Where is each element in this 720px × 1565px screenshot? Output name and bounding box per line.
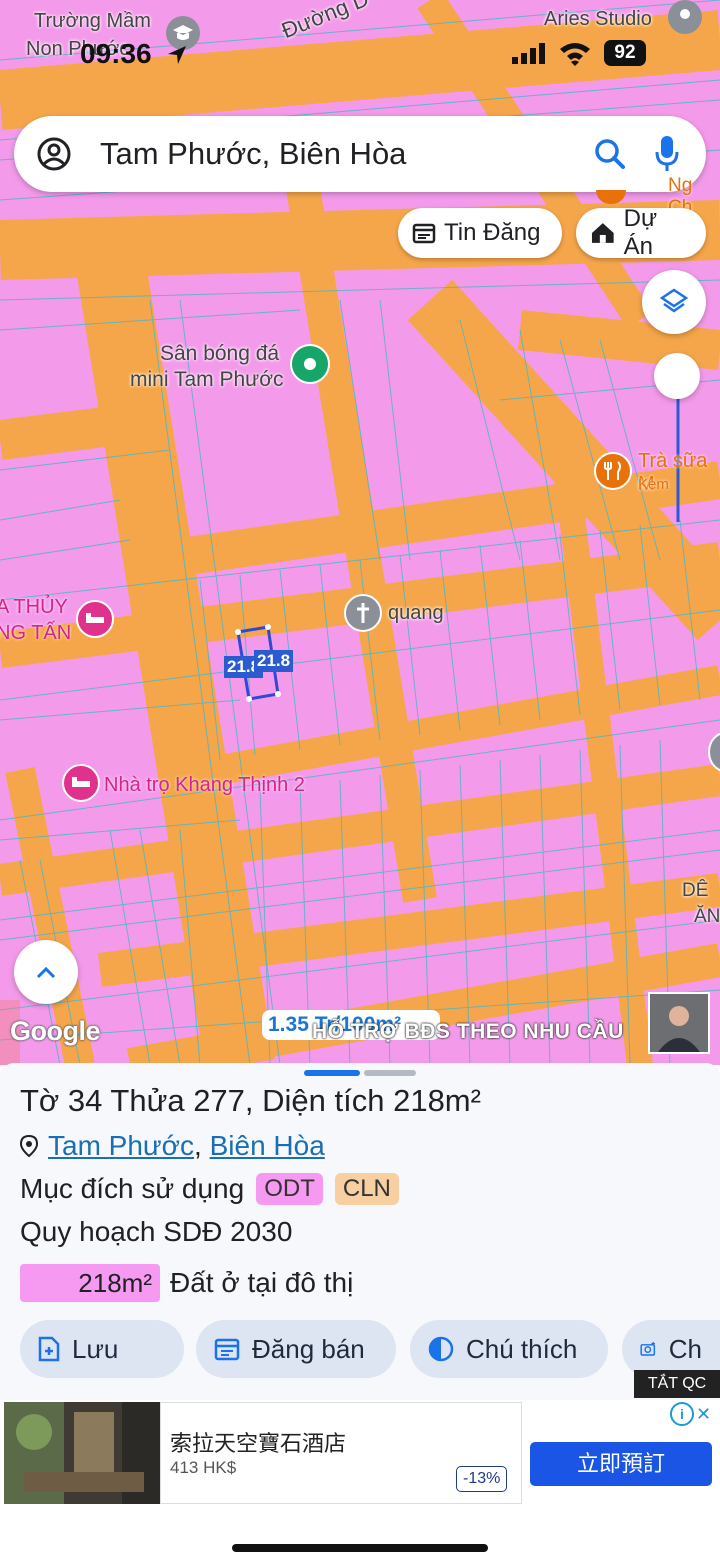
map-label-field[interactable]: Sân bóng đá bbox=[160, 342, 279, 366]
wifi-icon bbox=[558, 40, 592, 71]
camera-icon bbox=[640, 1341, 656, 1356]
ad-info-icon[interactable]: i bbox=[670, 1402, 694, 1426]
map-label-de: DÊ bbox=[682, 880, 709, 901]
sports-pin-icon[interactable] bbox=[290, 344, 330, 384]
map-view[interactable]: Trường Mầm Non Phước Đường D Aries Studi… bbox=[0, 0, 720, 1065]
land-purpose-row: Mục đích sử dụng ODT CLN bbox=[20, 1173, 399, 1205]
sheet-handle[interactable] bbox=[364, 1070, 416, 1076]
book-now-button[interactable]: 立即預訂 bbox=[530, 1442, 712, 1486]
ad-close-icon[interactable]: ✕ bbox=[696, 1404, 711, 1425]
save-button[interactable]: Lưu bbox=[20, 1320, 184, 1378]
watermark-text: HỖ TRỢ BĐS THEO NHU CẦU bbox=[312, 1020, 624, 1043]
discount-badge: -13% bbox=[456, 1466, 508, 1492]
ad-banner[interactable]: 索拉天空寶石酒店 413 HK$ -13% i ✕ 立即預訂 bbox=[0, 1400, 720, 1565]
restaurant-pin-icon[interactable] bbox=[594, 452, 632, 490]
location-pin-icon bbox=[20, 1135, 38, 1157]
map-label-motel[interactable]: Nhà trọ Khang Thịnh 2 bbox=[104, 774, 305, 797]
projects-chip[interactable]: Dự Án bbox=[576, 205, 706, 260]
house-icon bbox=[591, 223, 614, 243]
purpose-badge-odt[interactable]: ODT bbox=[256, 1173, 323, 1205]
motel-pin-icon[interactable] bbox=[62, 764, 100, 802]
calendar-list-icon bbox=[412, 223, 436, 244]
watermark-avatar bbox=[648, 992, 710, 1054]
ward-link[interactable]: Tam Phước bbox=[48, 1130, 194, 1161]
calendar-icon bbox=[214, 1338, 240, 1361]
city-link[interactable]: Biên Hòa bbox=[210, 1130, 325, 1161]
search-query[interactable]: Tam Phước, Biên Hòa bbox=[100, 136, 406, 172]
contrast-icon bbox=[428, 1336, 454, 1362]
map-label-church[interactable]: quang bbox=[388, 602, 444, 625]
church-pin-icon[interactable] bbox=[344, 594, 382, 632]
map-label-school[interactable]: Trường Mầm bbox=[34, 10, 151, 33]
legend-button[interactable]: Chú thích bbox=[410, 1320, 608, 1378]
studio-pin-icon[interactable] bbox=[668, 0, 702, 34]
purpose-label: Mục đích sử dụng bbox=[20, 1173, 245, 1204]
post-sale-button[interactable]: Đăng bán bbox=[196, 1320, 396, 1378]
signal-icon bbox=[512, 42, 546, 69]
map-label-de-2: ĂN bbox=[694, 906, 720, 927]
hotel-image bbox=[4, 1402, 160, 1504]
add-file-icon bbox=[38, 1336, 60, 1362]
save-button-label: Lưu bbox=[72, 1333, 119, 1364]
projects-chip-label: Dự Án bbox=[623, 205, 658, 260]
account-icon[interactable] bbox=[36, 136, 72, 177]
area-description: Đất ở tại đô thị bbox=[170, 1267, 354, 1298]
opacity-slider-handle[interactable] bbox=[654, 353, 700, 399]
layers-icon bbox=[659, 288, 689, 313]
location-arrow-icon bbox=[166, 44, 188, 71]
hotel-name: 索拉天空寶石酒店 bbox=[170, 1431, 347, 1456]
map-label-thuy-2: NG TẤN bbox=[0, 622, 72, 644]
dimension-label-2: 21.8 bbox=[254, 650, 294, 672]
hotel-price: 413 HK$ bbox=[170, 1458, 237, 1477]
listings-chip[interactable]: Tin Đăng bbox=[398, 208, 562, 258]
sheet-handle-active[interactable] bbox=[304, 1070, 360, 1076]
parcel-title: Tờ 34 Thửa 277, Diện tích 218m² bbox=[20, 1083, 481, 1118]
capture-button-label: Ch bbox=[668, 1333, 702, 1364]
hotel-pin-icon[interactable] bbox=[76, 600, 114, 638]
map-label-studio[interactable]: Aries Studio bbox=[544, 8, 652, 31]
battery-level: 92 bbox=[604, 40, 646, 66]
legend-button-label: Chú thích bbox=[466, 1333, 578, 1364]
parcel-address: Tam Phước, Biên Hòa bbox=[20, 1130, 325, 1162]
search-icon[interactable] bbox=[592, 136, 628, 177]
chevron-up-icon bbox=[36, 966, 56, 979]
hide-ads-button[interactable]: TẮT QC bbox=[634, 1370, 720, 1398]
google-logo: Google bbox=[10, 1016, 101, 1046]
map-label-tea-2: Kem bbox=[638, 476, 669, 493]
area-row: 218m² Đất ở tại đô thị bbox=[20, 1264, 353, 1302]
map-label-field-2[interactable]: mini Tam Phước bbox=[130, 368, 283, 392]
purpose-badge-cln[interactable]: CLN bbox=[334, 1173, 399, 1205]
search-bar[interactable]: Tam Phước, Biên Hòa bbox=[14, 116, 706, 192]
plan-label: Quy hoạch SDĐ 2030 bbox=[20, 1216, 293, 1247]
expand-sheet-button[interactable] bbox=[14, 940, 78, 1004]
area-value: 218m² bbox=[20, 1264, 160, 1302]
map-label-thuy[interactable]: A THỦY bbox=[0, 596, 68, 619]
layers-button[interactable] bbox=[642, 270, 706, 334]
home-indicator[interactable] bbox=[232, 1544, 488, 1552]
post-sale-button-label: Đăng bán bbox=[252, 1333, 365, 1364]
listings-chip-label: Tin Đăng bbox=[444, 219, 541, 246]
status-time: 09:36 bbox=[80, 38, 152, 69]
microphone-icon[interactable] bbox=[654, 134, 680, 179]
